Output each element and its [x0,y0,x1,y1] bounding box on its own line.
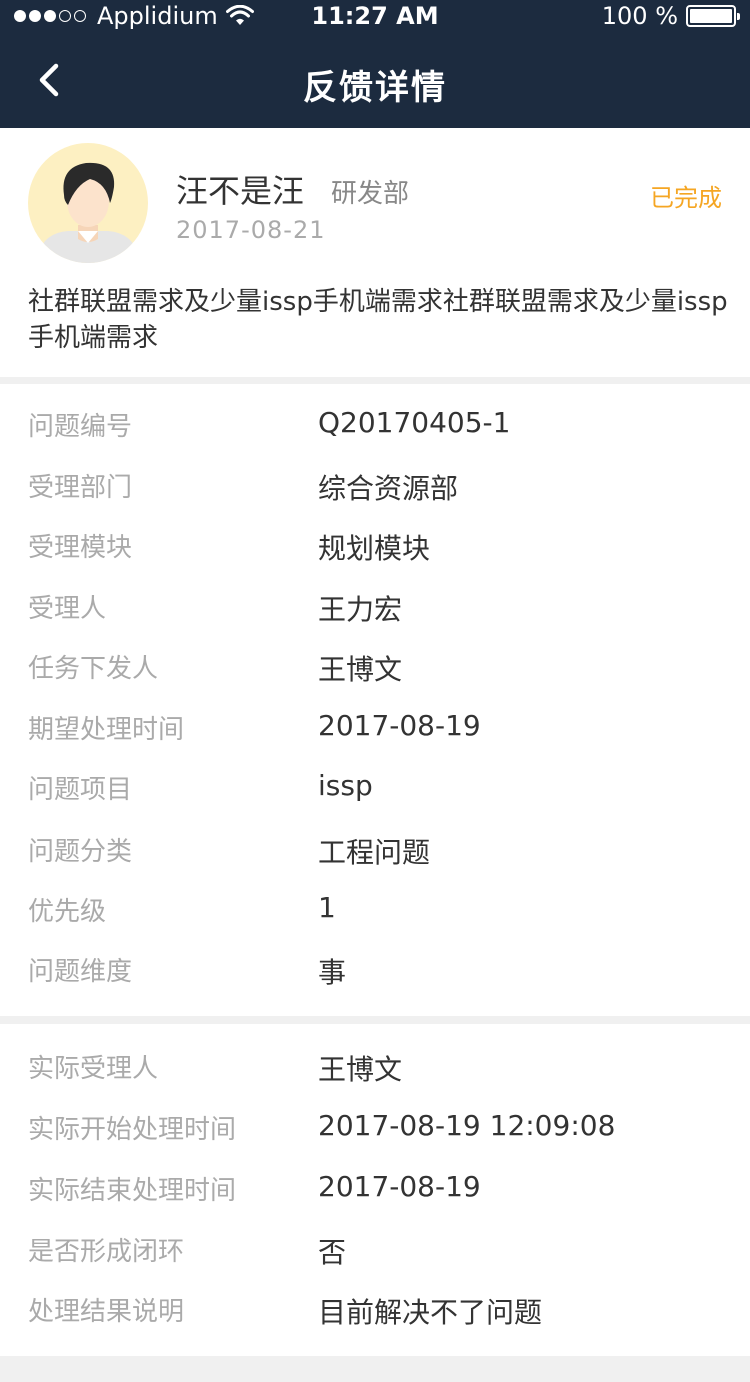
detail-row: 期望处理时间 2017-08-19 [0,709,750,749]
detail-row: 受理部门 综合资源部 [0,467,750,507]
processing-label: 实际开始处理时间 [28,1115,237,1145]
detail-row: 问题分类 工程问题 [0,831,750,871]
detail-value: 规划模块 [318,532,431,565]
detail-value: 2017-08-19 [318,709,481,742]
processing-label: 实际结束处理时间 [28,1176,237,1206]
detail-value: issp [318,769,373,802]
user-department: 研发部 [331,179,410,209]
detail-label: 问题编号 [28,412,133,442]
detail-label: 受理人 [28,594,107,624]
page-title: 反馈详情 [303,68,447,108]
status-bar-right: 100 % [601,2,740,30]
detail-label: 问题项目 [28,775,133,805]
detail-value: Q20170405-1 [318,406,511,439]
detail-label: 受理部门 [28,473,133,503]
detail-row: 问题维度 事 [0,951,750,991]
processing-value: 王博文 [318,1053,403,1086]
battery-percent: 100 % [601,2,678,30]
battery-icon [686,5,740,27]
nav-bar: 反馈详情 [0,32,750,128]
detail-row: 优先级 1 [0,891,750,931]
status-bar: Applidium 11:27 AM 100 % [0,0,750,32]
feedback-date: 2017-08-21 [176,216,326,244]
detail-value: 事 [318,956,347,989]
detail-label: 任务下发人 [28,654,159,684]
processing-label: 是否形成闭环 [28,1237,185,1267]
processing-row: 实际结束处理时间 2017-08-19 [0,1170,750,1210]
detail-value: 1 [318,891,336,924]
detail-value: 综合资源部 [318,472,459,505]
processing-row: 实际受理人 王博文 [0,1048,750,1088]
detail-value: 王力宏 [318,593,403,626]
processing-row: 实际开始处理时间 2017-08-19 12:09:08 [0,1109,750,1149]
detail-label: 问题分类 [28,837,133,867]
processing-row: 是否形成闭环 否 [0,1231,750,1271]
processing-section: 实际受理人 王博文 实际开始处理时间 2017-08-19 12:09:08 实… [0,1024,750,1356]
feedback-description: 社群联盟需求及少量issp手机端需求社群联盟需求及少量issp手机端需求 [28,287,728,353]
detail-row: 受理模块 规划模块 [0,527,750,567]
feedback-card: 汪不是汪 研发部 2017-08-21 已完成 社群联盟需求及少量issp手机端… [0,128,750,377]
detail-row: 任务下发人 王博文 [0,648,750,688]
avatar [28,143,148,263]
detail-label: 问题维度 [28,957,133,987]
detail-label: 期望处理时间 [28,715,185,745]
detail-label: 受理模块 [28,533,133,563]
processing-value: 目前解决不了问题 [318,1296,543,1329]
detail-row: 问题项目 issp [0,769,750,809]
detail-section: 问题编号 Q20170405-1 受理部门 综合资源部 受理模块 规划模块 受理… [0,384,750,1016]
detail-value: 工程问题 [318,836,431,869]
detail-row: 受理人 王力宏 [0,588,750,628]
processing-label: 实际受理人 [28,1054,159,1084]
processing-label: 处理结果说明 [28,1297,185,1327]
processing-value: 2017-08-19 [318,1170,481,1203]
detail-row: 问题编号 Q20170405-1 [0,406,750,446]
processing-value: 否 [318,1236,347,1269]
processing-value: 2017-08-19 12:09:08 [318,1109,616,1142]
detail-value: 王博文 [318,653,403,686]
user-name: 汪不是汪 [176,172,305,210]
processing-row: 处理结果说明 目前解决不了问题 [0,1291,750,1331]
status-badge: 已完成 [650,184,722,212]
detail-label: 优先级 [28,897,107,927]
